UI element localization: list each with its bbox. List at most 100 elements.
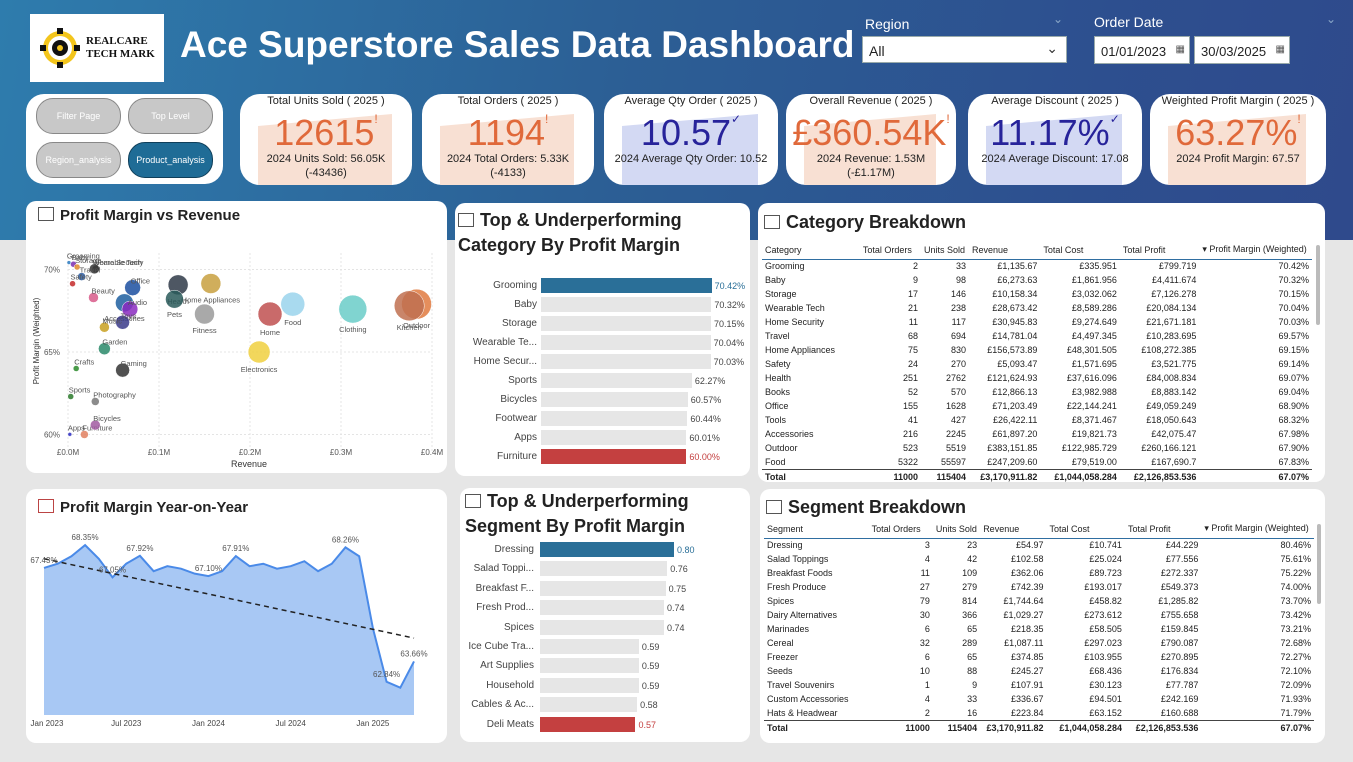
table-cell: £1,571.695 — [1071, 359, 1117, 369]
table-cell: 216 — [903, 429, 919, 439]
table-row[interactable]: Grooming 2 33 £1,135.67 £335.951 £799.719 70.4… — [762, 259, 1312, 273]
table-row[interactable]: Seeds 10 88 £245.27 £68.436 £176.834 72.10% — [764, 664, 1314, 678]
calendar-icon[interactable]: ▦ — [1176, 44, 1185, 55]
table-cell: 16 — [967, 707, 978, 718]
scrollbar[interactable] — [1317, 524, 1321, 604]
region-analysis-button[interactable]: Region_analysis — [36, 142, 121, 178]
scatter-point[interactable] — [394, 290, 425, 322]
calendar-icon[interactable]: ▦ — [1276, 44, 1285, 55]
bar-value-label: 0.59 — [641, 680, 660, 691]
table-row[interactable]: Wearable Tech 21 238 £28,673.42 £8,589.286 £2… — [762, 301, 1312, 315]
bar-track — [541, 316, 711, 331]
bar-value-label: 60.00% — [689, 452, 720, 462]
table-row[interactable]: Home Security 11 117 £30,945.83 £9,274.649 £2… — [762, 315, 1312, 329]
column-header[interactable]: Category — [762, 241, 860, 260]
table-row[interactable]: Tools 41 427 £26,422.11 £8,371.467 £18,050.64… — [762, 413, 1312, 427]
table-cell: £9,274.649 — [1071, 317, 1117, 327]
scatter-point[interactable] — [67, 432, 73, 437]
table-row[interactable]: Office 155 1628 £71,203.49 £22,144.241 £49,05… — [762, 399, 1312, 413]
table-row[interactable]: Books 52 570 £12,866.13 £3,982.988 £8,883.142… — [762, 385, 1312, 399]
table-row[interactable]: Baby 9 98 £6,273.63 £1,861.956 £4,411.674 70.3… — [762, 273, 1312, 287]
table-cell: £4,411.674 — [1152, 275, 1197, 285]
point-label: Apps — [68, 423, 85, 432]
table-row[interactable]: Dairy Alternatives 30 366 £1,029.27 £273.612… — [764, 608, 1314, 622]
scatter-point[interactable] — [200, 273, 222, 294]
column-header[interactable]: Total Orders — [868, 520, 933, 539]
kpi-card: Total Orders ( 2025 ) 1194! 2024 Total Ord… — [422, 94, 594, 185]
column-header[interactable]: Total Orders — [859, 241, 922, 260]
table-row[interactable]: Accessories 216 2245 £61,897.20 £19,821.73 £4… — [762, 427, 1312, 441]
scatter-point[interactable] — [338, 294, 368, 324]
table-row[interactable]: Home Appliances 75 830 £156,573.89 £48,301.5… — [762, 343, 1312, 357]
table-row[interactable]: Spices 79 814 £1,744.64 £458.82 £1,285.82 73.7… — [764, 594, 1314, 608]
bar-category-label: Art Supplies — [480, 660, 534, 672]
scatter-point[interactable] — [66, 260, 72, 265]
bar-fill[interactable] — [541, 449, 687, 464]
bar-fill[interactable] — [540, 542, 674, 557]
column-header[interactable]: Revenue — [980, 520, 1047, 539]
table-row[interactable]: Storage 17 146 £10,158.34 £3,032.062 £7,126.2… — [762, 287, 1312, 301]
table-row[interactable]: Dressing 3 23 £54.97 £10.741 £44.229 80.46% — [764, 538, 1314, 552]
table-row[interactable]: Salad Toppings 4 42 £102.58 £25.024 £77.556 75… — [764, 552, 1314, 566]
column-header[interactable]: Total Cost — [1046, 520, 1125, 539]
segment-breakdown-title: Segment Breakdown — [766, 495, 966, 520]
table-row[interactable]: Travel 68 694 £14,781.04 £4,497.345 £10,283.6… — [762, 329, 1312, 343]
table-row[interactable]: Safety 24 270 £5,093.47 £1,571.695 £3,521.775… — [762, 357, 1312, 371]
column-header[interactable]: Total Profit — [1124, 520, 1202, 539]
column-header[interactable]: Total Cost — [1040, 241, 1120, 260]
column-header[interactable]: Segment — [764, 520, 869, 539]
scrollbar[interactable] — [1316, 245, 1320, 325]
table-row[interactable]: Outdoor 523 5519 £383,151.85 £122,985.729 £26… — [762, 441, 1312, 455]
table-row[interactable]: Cereal 32 289 £1,087.11 £297.023 £790.087 72.6… — [764, 636, 1314, 650]
table-cell: £8,883.142 — [1151, 387, 1197, 397]
date-to-input[interactable]: 30/03/2025 ▦ — [1194, 36, 1290, 64]
bar-fill[interactable] — [540, 716, 636, 732]
point-label: Sports — [69, 386, 91, 395]
bar-category-label: Salad Toppi... — [473, 563, 534, 575]
kpi-title: Total Orders ( 2025 ) — [457, 95, 559, 107]
chevron-down-icon[interactable]: ⌄ — [1053, 12, 1063, 26]
table-cell: 2 — [913, 261, 919, 272]
column-header[interactable]: Total Profit — [1119, 241, 1200, 260]
table-row[interactable]: Health 251 2762 £121,624.93 £37,616.096 £84,0… — [762, 371, 1312, 385]
table-cell: £273.612 — [1084, 610, 1122, 620]
column-header[interactable]: Revenue — [969, 241, 1041, 260]
table-row[interactable]: Marinades 6 65 £218.35 £58.505 £159.845 73.21% — [764, 622, 1314, 636]
scatter-point[interactable] — [280, 291, 306, 317]
table-row[interactable]: Travel Souvenirs 1 9 £107.91 £30.123 £77.787 7… — [764, 678, 1314, 692]
scatter-point[interactable] — [194, 303, 215, 325]
scatter-point[interactable] — [247, 340, 271, 364]
kpi-subtitle: 2024 Revenue: 1.53M (-£1.17M) — [786, 152, 956, 180]
product-analysis-button[interactable]: Product_analysis — [128, 142, 213, 178]
table-row[interactable]: Breakfast Foods 11 109 £362.06 £89.723 £272.3… — [764, 566, 1314, 580]
scatter-point[interactable] — [165, 289, 184, 309]
table-cell: £68.436 — [1089, 666, 1122, 676]
filter-page-button[interactable]: Filter Page — [36, 98, 121, 134]
table-row[interactable]: Custom Accessories 4 33 £336.67 £94.501 £242.… — [764, 692, 1314, 706]
date-from-input[interactable]: 01/01/2023 ▦ — [1094, 36, 1190, 64]
table-cell: £193.017 — [1084, 582, 1122, 592]
category-table: Category Total Orders Units Sold Revenue Tot… — [762, 241, 1312, 482]
table-cell: £49,059.249 — [1146, 401, 1197, 411]
table-cell: £30,945.83 — [992, 317, 1038, 327]
table-cell: 570 — [950, 387, 966, 397]
x-tick-label: £0.2M — [239, 448, 262, 457]
table-row[interactable]: Fresh Produce 27 279 £742.39 £193.017 £549.37… — [764, 580, 1314, 594]
column-header[interactable]: Units Sold — [921, 241, 969, 260]
column-header[interactable]: Units Sold — [932, 520, 981, 539]
table-cell: £245.27 — [1010, 666, 1044, 676]
table-row[interactable]: Freezer 6 65 £374.85 £103.955 £270.895 72.27% — [764, 650, 1314, 664]
table-row[interactable]: Food 5322 55597 £247,209.60 £79,519.00 £167,6… — [762, 455, 1312, 469]
scatter-point[interactable] — [257, 301, 283, 327]
table-cell: £383,151.85 — [987, 443, 1038, 453]
kpi-value-text: 1194 — [467, 112, 546, 153]
table-cell: £48,301.505 — [1066, 345, 1117, 355]
column-header[interactable]: ▾ Profit Margin (Weighted) — [1201, 520, 1314, 539]
bar-fill[interactable] — [541, 278, 712, 293]
column-header[interactable]: ▾ Profit Margin (Weighted) — [1199, 241, 1312, 260]
region-dropdown[interactable]: All ⌄ — [862, 36, 1067, 63]
chevron-down-icon[interactable]: ⌄ — [1326, 12, 1336, 26]
table-cell: 279 — [962, 582, 978, 592]
top-level-button[interactable]: Top Level — [128, 98, 213, 134]
table-row[interactable]: Hats & Headwear 2 16 £223.84 £63.152 £160.688… — [764, 706, 1314, 720]
